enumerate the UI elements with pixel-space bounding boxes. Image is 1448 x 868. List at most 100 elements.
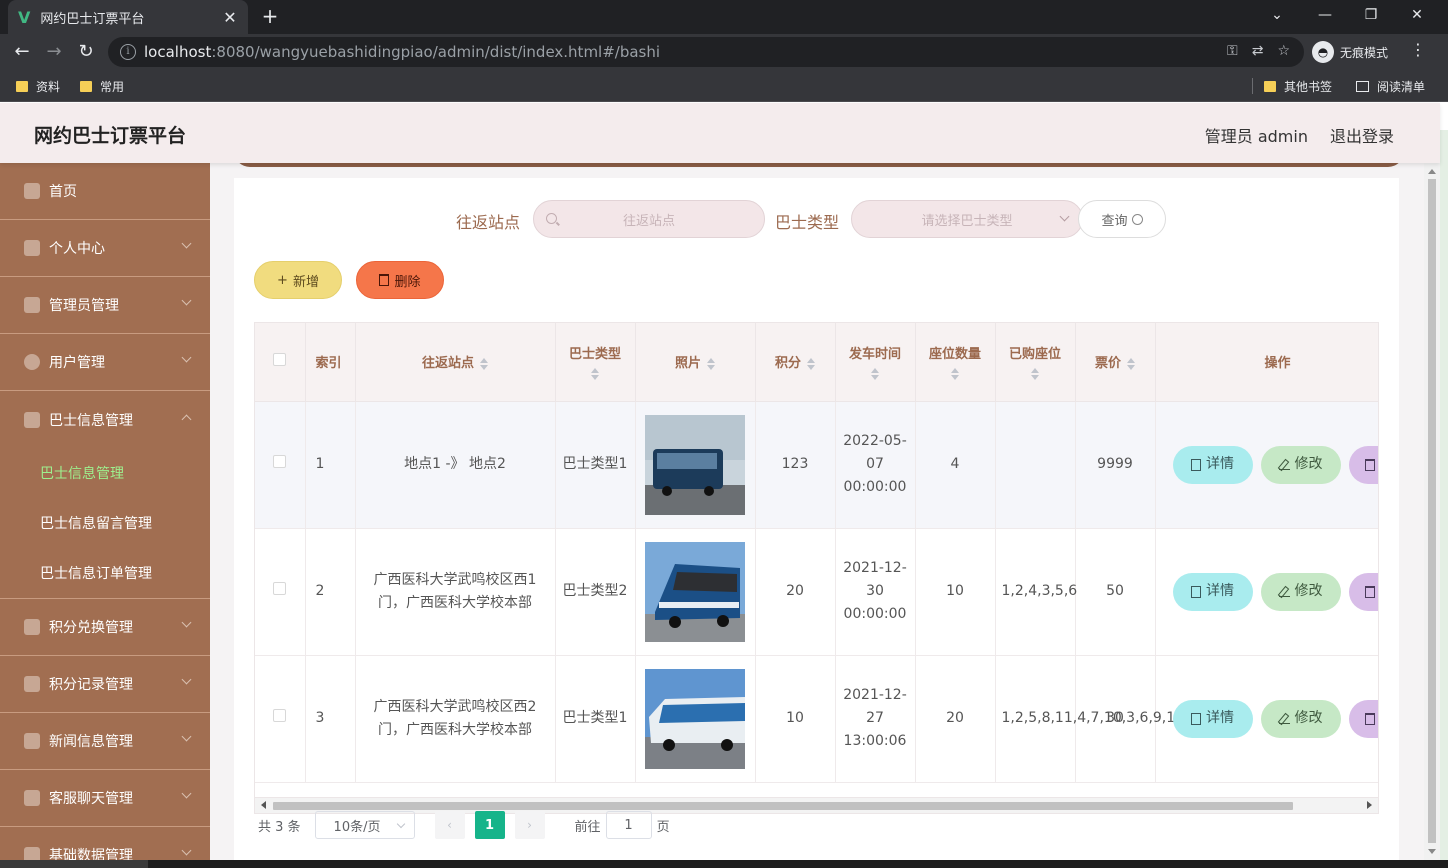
col-photo[interactable]: 照片 — [635, 323, 756, 402]
col-bus-type[interactable]: 巴士类型 — [555, 323, 636, 402]
new-tab-button[interactable]: + — [258, 4, 282, 28]
col-depart-time[interactable]: 发车时间 — [835, 323, 916, 402]
restore-button[interactable]: ❐ — [1348, 0, 1394, 30]
bus-photo[interactable] — [645, 414, 745, 515]
bus-photo[interactable] — [645, 541, 745, 642]
sidebar-item-points-exchange[interactable]: 积分兑换管理 — [0, 599, 210, 656]
browser-menu-icon[interactable]: ⋮ — [1410, 40, 1426, 59]
sidebar-item-news[interactable]: 新闻信息管理 — [0, 713, 210, 770]
forward-button[interactable]: → — [42, 40, 66, 64]
sort-icon[interactable] — [591, 368, 599, 381]
sidebar-item-points-records[interactable]: 积分记录管理 — [0, 656, 210, 713]
incognito-label: 无痕模式 — [1340, 45, 1389, 60]
mail-icon — [24, 790, 40, 806]
sort-icon[interactable] — [1127, 357, 1135, 370]
submenu-bus-info[interactable]: 巴士信息管理 — [0, 448, 210, 498]
reading-list[interactable]: 阅读清单 — [1356, 77, 1425, 95]
scrollbar-thumb[interactable] — [273, 802, 1293, 810]
detail-button[interactable]: 详情 — [1172, 699, 1253, 738]
browser-tab[interactable]: V 网约巴士订票平台 ✕ — [8, 0, 248, 34]
star-icon[interactable]: ☆ — [1277, 43, 1290, 59]
logout-link[interactable]: 退出登录 — [1330, 123, 1394, 147]
scroll-up-icon[interactable] — [1428, 169, 1436, 174]
bus-info-submenu: 巴士信息管理 巴士信息留言管理 巴士信息订单管理 — [0, 448, 210, 599]
tab-close-icon[interactable]: ✕ — [222, 8, 238, 27]
sidebar-item-bus-info[interactable]: 巴士信息管理 — [0, 391, 210, 448]
col-price[interactable]: 票价 — [1075, 323, 1156, 402]
edit-button[interactable]: 修改 — [1260, 699, 1341, 738]
scroll-down-icon[interactable] — [1428, 849, 1436, 854]
row-checkbox[interactable] — [273, 455, 287, 468]
sidebar-item-profile[interactable]: 个人中心 — [0, 220, 210, 277]
sort-icon[interactable] — [1031, 368, 1039, 381]
col-bought-seats[interactable]: 已购座位 — [995, 323, 1076, 402]
goto-page-input[interactable]: 1 — [605, 811, 652, 839]
address-bar[interactable]: i localhost:8080/wangyuebashidingpiao/ad… — [108, 37, 1304, 67]
submenu-bus-messages[interactable]: 巴士信息留言管理 — [0, 498, 210, 548]
delete-button[interactable]: 删除 — [356, 261, 444, 299]
edit-button[interactable]: 修改 — [1260, 445, 1341, 484]
col-station[interactable]: 往返站点 — [355, 323, 556, 402]
page-edge — [1440, 130, 1448, 868]
search-icon — [546, 213, 557, 224]
scrollbar-thumb[interactable] — [1428, 179, 1436, 843]
delete-row-button[interactable] — [1348, 572, 1378, 611]
incognito-indicator[interactable]: ◓ 无痕模式 — [1312, 39, 1388, 65]
taskbar-start[interactable] — [0, 860, 148, 868]
edit-button[interactable]: 修改 — [1260, 572, 1341, 611]
sort-icon[interactable] — [807, 357, 815, 370]
search-icon — [1131, 213, 1143, 225]
sort-icon[interactable] — [480, 357, 488, 370]
site-info-icon[interactable]: i — [120, 44, 136, 60]
bookmark-folder[interactable]: 资料 — [16, 77, 60, 95]
station-input[interactable]: 往返站点 — [533, 200, 765, 238]
submenu-bus-orders[interactable]: 巴士信息订单管理 — [0, 548, 210, 598]
sort-icon[interactable] — [951, 368, 959, 381]
bus-type-select[interactable]: 请选择巴士类型 — [851, 200, 1083, 238]
bookmark-folder[interactable]: 常用 — [80, 77, 124, 95]
row-checkbox[interactable] — [273, 709, 287, 722]
chevron-down-icon — [181, 295, 192, 306]
page-vertical-scrollbar[interactable] — [1424, 163, 1440, 860]
scroll-left-icon[interactable] — [261, 801, 266, 809]
next-page-button[interactable]: › — [514, 811, 545, 839]
sidebar-item-chat[interactable]: 客服聊天管理 — [0, 770, 210, 827]
col-seat-count[interactable]: 座位数量 — [915, 323, 996, 402]
sort-icon[interactable] — [707, 357, 715, 370]
select-all-checkbox[interactable] — [273, 353, 287, 367]
back-button[interactable]: ← — [10, 40, 34, 64]
goto-prefix: 前往 — [574, 819, 601, 835]
other-bookmarks[interactable]: 其他书签 — [1264, 77, 1332, 95]
minimize-button[interactable]: — — [1302, 0, 1348, 30]
query-button[interactable]: 查询 — [1078, 200, 1166, 238]
key-icon[interactable]: ⚿ — [1227, 43, 1238, 59]
add-button[interactable]: + 新增 — [254, 261, 342, 299]
bus-photo[interactable] — [645, 668, 745, 769]
cell-index: 3 — [305, 655, 356, 783]
delete-row-button[interactable] — [1348, 445, 1378, 484]
cell-depart-time: 2021-12-27 13:00:06 — [835, 655, 916, 783]
app-title: 网约巴士订票平台 — [34, 125, 187, 147]
cell-station: 广西医科大学武鸣校区西1门，广西医科大学校本部 — [355, 528, 556, 656]
detail-button[interactable]: 详情 — [1172, 572, 1253, 611]
cell-points: 20 — [755, 528, 836, 656]
tab-search-icon[interactable]: ⌄ — [1254, 0, 1300, 30]
sidebar-item-admins[interactable]: 管理员管理 — [0, 277, 210, 334]
reload-button[interactable]: ↻ — [74, 40, 98, 64]
page-size-select[interactable]: 10条/页 — [314, 811, 415, 839]
sidebar-item-home[interactable]: 首页 — [0, 163, 210, 220]
scroll-right-icon[interactable] — [1367, 801, 1372, 809]
row-checkbox[interactable] — [273, 582, 287, 595]
window-close-button[interactable]: ✕ — [1394, 0, 1440, 30]
prev-page-button[interactable]: ‹ — [434, 811, 465, 839]
detail-button[interactable]: 详情 — [1172, 445, 1253, 484]
translate-icon[interactable]: ⇄ — [1252, 43, 1264, 59]
delete-row-button[interactable] — [1348, 699, 1378, 738]
col-points[interactable]: 积分 — [755, 323, 836, 402]
cell-bus-type: 巴士类型1 — [555, 655, 636, 783]
reading-list-icon — [1356, 80, 1369, 92]
cell-seat-count: 4 — [915, 401, 996, 529]
sidebar-item-users[interactable]: 用户管理 — [0, 334, 210, 391]
sort-icon[interactable] — [871, 368, 879, 381]
page-number-current[interactable]: 1 — [474, 811, 505, 839]
